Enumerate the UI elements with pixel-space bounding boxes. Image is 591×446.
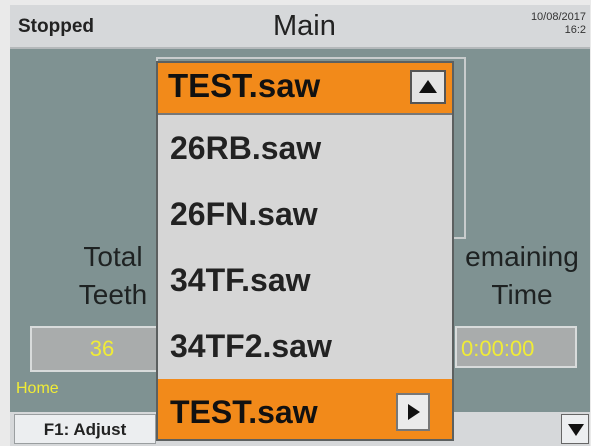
selected-program: TEST.saw bbox=[168, 67, 321, 104]
total-teeth-label: Total Teeth bbox=[53, 238, 173, 314]
program-item-test-label: TEST.saw bbox=[170, 394, 318, 430]
program-item-34tf[interactable]: 34TF.saw bbox=[158, 247, 452, 313]
dropdown-selected[interactable]: TEST.saw bbox=[158, 63, 452, 115]
remaining-time-field: 0:00:00 bbox=[455, 326, 577, 368]
remaining-time-label-line1: emaining bbox=[465, 241, 579, 272]
remaining-time-label-line2: Time bbox=[491, 279, 553, 310]
home-link[interactable]: Home bbox=[16, 380, 59, 398]
program-select-dropdown[interactable]: TEST.saw 26RB.saw 26FN.saw 34TF.saw 34TF… bbox=[156, 61, 454, 441]
top-status-bar: Stopped Main 10/08/2017 16:2 bbox=[10, 5, 590, 49]
machine-status: Stopped bbox=[18, 16, 94, 37]
program-item-26fn[interactable]: 26FN.saw bbox=[158, 181, 452, 247]
program-item-34tf2[interactable]: 34TF2.saw bbox=[158, 313, 452, 379]
datetime: 10/08/2017 16:2 bbox=[531, 11, 586, 37]
program-item-test[interactable]: TEST.saw bbox=[158, 379, 452, 439]
time-text: 16:2 bbox=[564, 24, 586, 36]
dropdown-collapse-button[interactable] bbox=[410, 70, 446, 104]
page-title: Main bbox=[273, 10, 336, 42]
select-arrow-button[interactable] bbox=[396, 393, 430, 431]
program-item-26rb[interactable]: 26RB.saw bbox=[158, 115, 452, 181]
f1-adjust-button[interactable]: F1: Adjust bbox=[14, 414, 156, 444]
date-text: 10/08/2017 bbox=[530, 11, 586, 23]
scroll-down-button[interactable] bbox=[561, 414, 589, 444]
remaining-time-label: emaining Time bbox=[452, 238, 590, 314]
total-teeth-label-line1: Total bbox=[83, 241, 143, 272]
total-teeth-field[interactable]: 36 bbox=[30, 326, 174, 372]
total-teeth-label-line2: Teeth bbox=[78, 279, 148, 310]
